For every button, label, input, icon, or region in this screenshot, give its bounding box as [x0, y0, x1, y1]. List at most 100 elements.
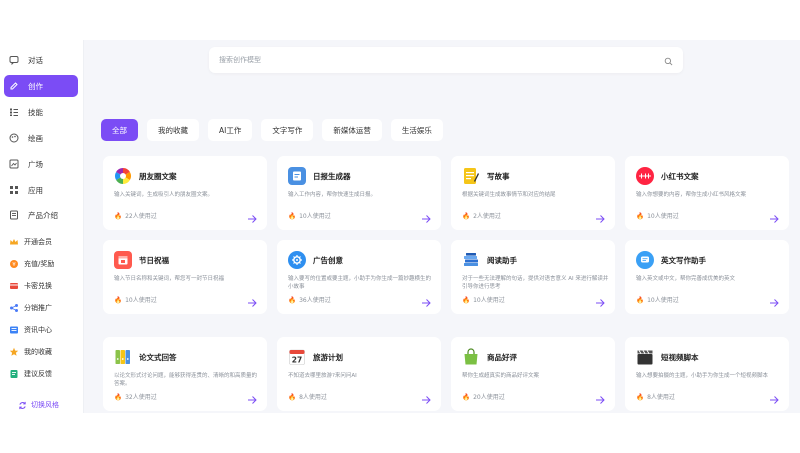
- gear-icon: [288, 251, 306, 269]
- search-icon[interactable]: [664, 51, 673, 70]
- calendar-27-icon: 27: [288, 348, 306, 366]
- sidebar-item-redeem[interactable]: 卡密兑换: [4, 275, 78, 297]
- arrow-right-icon[interactable]: [247, 293, 257, 307]
- sidebar-item-product[interactable]: 产品介绍: [4, 204, 78, 226]
- message-icon: [636, 251, 654, 269]
- sidebar-item-painting[interactable]: 绘画: [4, 127, 78, 149]
- fire-icon: 🔥: [114, 211, 123, 220]
- apps-icon: [9, 185, 19, 195]
- card-title: 节日祝福: [139, 256, 169, 265]
- card-usage: 10人使用过: [299, 213, 331, 220]
- card-title: 阅读助手: [487, 256, 517, 265]
- card-usage: 10人使用过: [125, 297, 157, 304]
- arrow-right-icon[interactable]: [421, 209, 431, 223]
- tab-favorites[interactable]: 我的收藏: [147, 119, 199, 141]
- fire-icon: 🔥: [114, 295, 123, 304]
- feedback-icon: [9, 369, 19, 379]
- arrow-right-icon[interactable]: [247, 390, 257, 404]
- card-description: 输入节日名称和关键词，帮您写一封节日祝福: [114, 276, 225, 282]
- card-usage: 10人使用过: [647, 297, 679, 304]
- sidebar-item-square[interactable]: 广场: [4, 153, 78, 175]
- arrow-right-icon[interactable]: [769, 390, 779, 404]
- card-description: 输入要写的位置或要主题，小助手为你生成一篇妙趣横生的小故事: [288, 276, 432, 290]
- arrow-right-icon[interactable]: [595, 293, 605, 307]
- category-tabs: 全部 我的收藏 AI工作 文字写作 新媒体运营 生活娱乐: [101, 119, 452, 141]
- sidebar-item-create[interactable]: 创作: [4, 75, 78, 97]
- sidebar-item-favorites[interactable]: 我的收藏: [4, 341, 78, 363]
- template-card-english-writing[interactable]: 英文写作助手 输入英文或中文，帮你完善成优美的英文 🔥 10人使用过: [625, 240, 789, 314]
- fire-icon: 🔥: [462, 392, 471, 401]
- card-title: 旅游计划: [313, 353, 343, 362]
- tab-ai-work[interactable]: AI工作: [208, 119, 253, 141]
- tab-new-media[interactable]: 新媒体运营: [322, 119, 382, 141]
- arrow-right-icon[interactable]: [769, 209, 779, 223]
- arrow-right-icon[interactable]: [595, 209, 605, 223]
- card-title: 短视频脚本: [661, 353, 699, 362]
- fire-icon: 🔥: [288, 211, 297, 220]
- square-icon: [9, 159, 19, 169]
- sidebar: 对话 创作 技能 绘画 广场 应用 产品介绍 开通会员 ¥ 充值/奖励 卡密兑换…: [0, 40, 84, 413]
- daily-report-icon: [288, 167, 306, 185]
- sidebar-item-label: 创作: [28, 81, 43, 91]
- card-description: 不知道去哪里旅游?来问问AI: [288, 373, 357, 379]
- fire-icon: 🔥: [288, 392, 297, 401]
- card-description: 输入想要拍摄的主题，小助手为你生成一个短视频脚本: [636, 373, 769, 379]
- card-title: 商品好评: [487, 353, 517, 362]
- sidebar-item-label: 应用: [28, 185, 43, 195]
- tab-all[interactable]: 全部: [101, 119, 138, 141]
- switch-style-button[interactable]: 切换风格: [18, 395, 59, 414]
- template-card-story[interactable]: 写故事 根据关键词生成故事情节和对应的结尾 🔥 2人使用过: [451, 156, 615, 230]
- sidebar-item-chat[interactable]: 对话: [4, 49, 78, 71]
- sidebar-item-distribution[interactable]: 分销推广: [4, 297, 78, 319]
- arrow-right-icon[interactable]: [421, 293, 431, 307]
- notepad-icon: [462, 167, 480, 185]
- card-description: 根据关键词生成故事情节和对应的结尾: [462, 192, 556, 198]
- card-description: 输入工作内容，帮你快速生成日报。: [288, 192, 377, 198]
- share-icon: [9, 303, 19, 313]
- tab-lifestyle[interactable]: 生活娱乐: [390, 119, 443, 141]
- sidebar-item-label: 资讯中心: [24, 326, 52, 334]
- sidebar-item-news[interactable]: 资讯中心: [4, 319, 78, 341]
- card-description: 输入你想要的内容，帮你生成小红书风格文案: [636, 192, 747, 198]
- fire-icon: 🔥: [636, 392, 645, 401]
- chat-icon: [9, 55, 19, 65]
- template-card-daily-report[interactable]: 日报生成器 输入工作内容，帮你快速生成日报。 🔥 10人使用过: [277, 156, 441, 230]
- sidebar-item-feedback[interactable]: 建议反馈: [4, 363, 78, 385]
- card-title: 广告创意: [313, 256, 343, 265]
- svg-text:¥: ¥: [12, 262, 16, 268]
- template-card-holiday[interactable]: 节日祝福 输入节日名称和关键词，帮您写一封节日祝福 🔥 10人使用过: [103, 240, 267, 314]
- sidebar-item-label: 开通会员: [24, 238, 52, 246]
- template-card-travel[interactable]: 27 旅游计划 不知道去哪里旅游?来问问AI 🔥 8人使用过: [277, 337, 441, 411]
- template-card-ad-creative[interactable]: 广告创意 输入要写的位置或要主题，小助手为你生成一篇妙趣横生的小故事 🔥 36人使…: [277, 240, 441, 314]
- arrow-right-icon[interactable]: [595, 390, 605, 404]
- template-card-moments[interactable]: 朋友圈文案 输入关键词，生成吸引人的朋友圈文案。 🔥 22人使用过: [103, 156, 267, 230]
- sidebar-item-apps[interactable]: 应用: [4, 179, 78, 201]
- card-usage: 32人使用过: [125, 394, 157, 401]
- tab-writing[interactable]: 文字写作: [261, 119, 314, 141]
- card-usage: 10人使用过: [473, 297, 505, 304]
- sidebar-item-label: 产品介绍: [28, 210, 58, 220]
- sidebar-item-membership[interactable]: 开通会员: [4, 231, 78, 253]
- card-usage: 10人使用过: [647, 213, 679, 220]
- card-title: 朋友圈文案: [139, 172, 177, 181]
- xiaohongshu-icon: [636, 167, 654, 185]
- card-description: 输入关键词，生成吸引人的朋友圈文案。: [114, 192, 214, 198]
- news-icon: [9, 325, 19, 335]
- sidebar-item-skills[interactable]: 技能: [4, 101, 78, 123]
- template-card-product-review[interactable]: 商品好评 帮你生成超真实的商品好评文案 🔥 20人使用过: [451, 337, 615, 411]
- fire-icon: 🔥: [114, 392, 123, 401]
- sidebar-item-label: 技能: [28, 107, 43, 117]
- arrow-right-icon[interactable]: [247, 209, 257, 223]
- sidebar-item-label: 建议反馈: [24, 370, 52, 378]
- arrow-right-icon[interactable]: [769, 293, 779, 307]
- search-input[interactable]: [219, 56, 619, 64]
- template-card-essay[interactable]: 论文式回答 以论文形式讨论问题，能够获得连贯的、清晰的和高质量的答案。 🔥 32人…: [103, 337, 267, 411]
- card-title: 论文式回答: [139, 353, 177, 362]
- template-card-reading[interactable]: 阅读助手 对于一些无法理解的句话，提供对语言意义 AI 来进行解读并引导你进行思…: [451, 240, 615, 314]
- template-card-short-video[interactable]: 短视频脚本 输入想要拍摄的主题，小助手为你生成一个短视频脚本 🔥 8人使用过: [625, 337, 789, 411]
- sidebar-item-recharge[interactable]: ¥ 充值/奖励: [4, 253, 78, 275]
- template-card-xiaohongshu[interactable]: 小红书文案 输入你想要的内容，帮你生成小红书风格文案 🔥 10人使用过: [625, 156, 789, 230]
- card-usage: 2人使用过: [473, 213, 501, 220]
- fire-icon: 🔥: [288, 295, 297, 304]
- arrow-right-icon[interactable]: [421, 390, 431, 404]
